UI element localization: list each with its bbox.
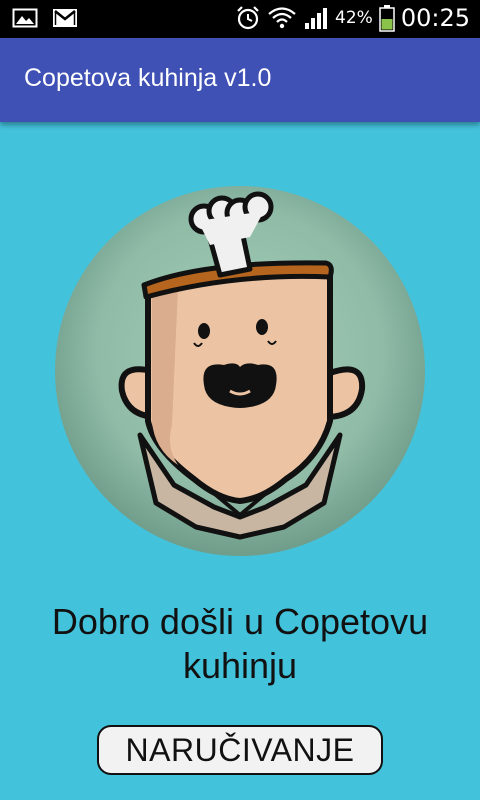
image-icon [12, 8, 38, 28]
signal-icon [305, 8, 328, 29]
clock: 00:25 [400, 4, 470, 32]
status-bar: 42% 00:25 [0, 0, 480, 38]
order-button[interactable]: NARUČIVANJE [97, 725, 383, 775]
battery-icon [379, 5, 395, 32]
gmail-icon [53, 9, 77, 27]
app-title: Copetova kuhinja v1.0 [24, 64, 272, 92]
wifi-icon [268, 7, 296, 29]
battery-percent: 42% [335, 8, 373, 28]
welcome-text: Dobro došli u Copetovu kuhinju [51, 601, 429, 686]
app-bar: Copetova kuhinja v1.0 [0, 38, 480, 122]
alarm-icon [237, 6, 259, 30]
chef-character-icon [55, 186, 425, 556]
